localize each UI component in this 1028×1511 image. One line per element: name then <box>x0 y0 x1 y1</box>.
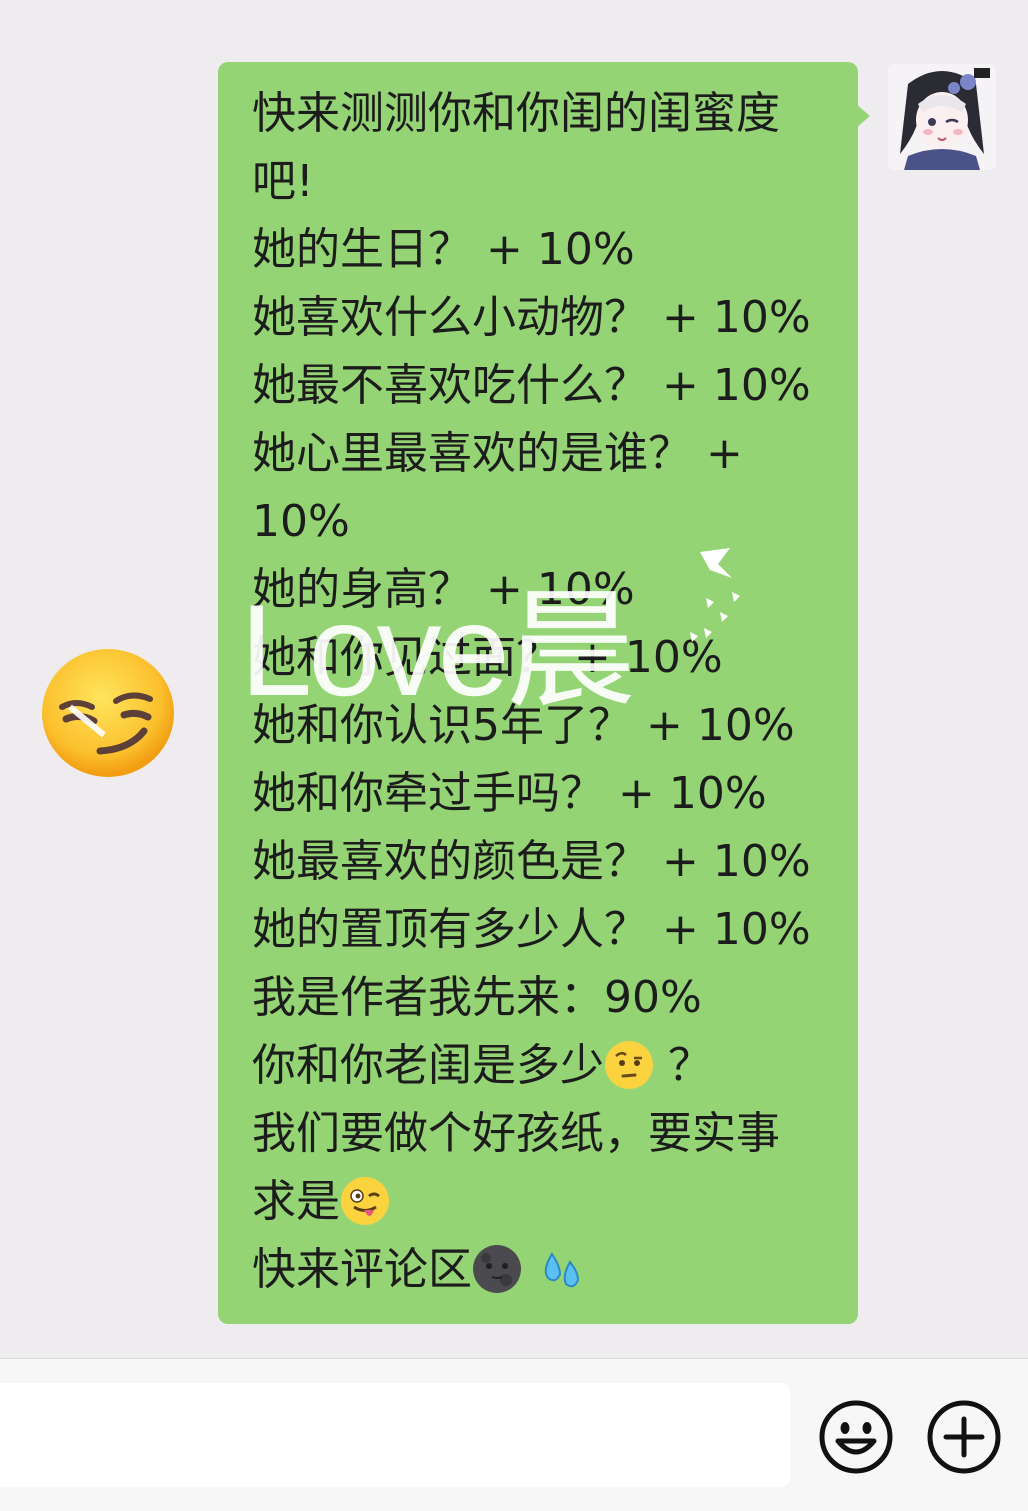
emoji-icon[interactable] <box>818 1399 894 1475</box>
message-line: 她的生日？ + 10% <box>252 224 635 275</box>
message-line: 我是作者我先来：90% <box>252 972 702 1023</box>
message-line: 她的身高？ + 10% <box>252 564 635 615</box>
message-line: 你和你老闺是多少 ？ <box>252 1040 712 1091</box>
chat-area: 快来测测你和你闺的闺蜜度 吧! 她的生日？ + 10% 她喜欢什么小动物？ + … <box>0 0 1028 1358</box>
message-line: 我们要做个好孩纸，要实事 <box>252 1108 780 1159</box>
message-line: 她和你认识5年了？ + 10% <box>252 700 795 751</box>
raised-eyebrow-emoji-icon <box>605 1041 653 1089</box>
message-line: 她的置顶有多少人？ + 10% <box>252 904 811 955</box>
message-line: 她和你牵过手吗？ + 10% <box>252 768 767 819</box>
message-line: 她和你见过面？ + 10% <box>252 632 723 683</box>
message-line: 快来测测你和你闺的闺蜜度 <box>252 88 780 139</box>
new-moon-face-emoji-icon <box>473 1245 521 1293</box>
message-line: 她心里最喜欢的是谁？ + <box>252 428 743 479</box>
bubble-tail <box>856 104 870 128</box>
message-line: 她最喜欢的颜色是？ + 10% <box>252 836 811 887</box>
sweat-droplets-emoji-icon <box>544 1252 580 1288</box>
message-line: 她最不喜欢吃什么？ + 10% <box>252 360 811 411</box>
smirk-face-emoji <box>42 649 174 777</box>
plus-icon[interactable] <box>926 1399 1002 1475</box>
message-input[interactable] <box>0 1383 790 1487</box>
message-line: 求是 <box>252 1168 830 1236</box>
anime-girl-avatar-icon <box>888 64 996 170</box>
message-line: 吧! <box>252 156 314 207</box>
message-bubble[interactable]: 快来测测你和你闺的闺蜜度 吧! 她的生日？ + 10% 她喜欢什么小动物？ + … <box>218 62 858 1324</box>
message-line: 她喜欢什么小动物？ + 10% <box>252 292 811 343</box>
winking-tongue-emoji-icon <box>341 1177 389 1225</box>
message-line: 10% <box>252 496 350 547</box>
message-line: 快来评论区 <box>252 1236 830 1304</box>
user-avatar[interactable] <box>888 64 996 170</box>
input-bar <box>0 1358 1028 1511</box>
